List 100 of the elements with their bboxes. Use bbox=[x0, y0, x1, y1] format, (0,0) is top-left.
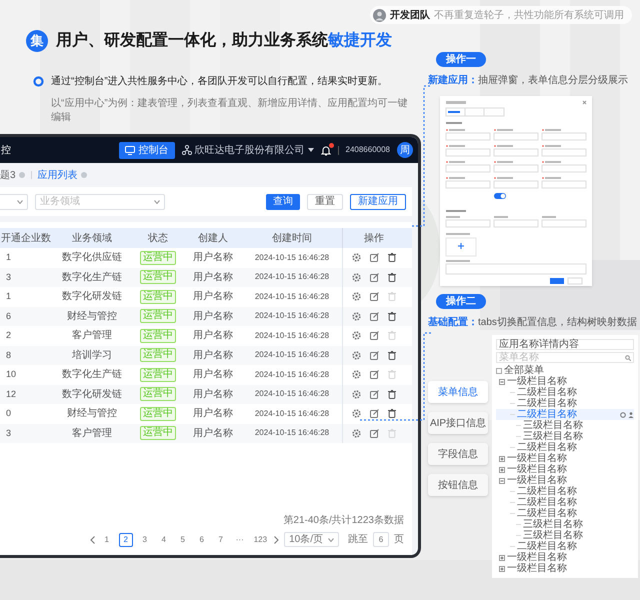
expand-icon[interactable] bbox=[499, 554, 505, 560]
page-button[interactable]: 2 bbox=[118, 532, 133, 546]
select-field[interactable] bbox=[0, 194, 28, 210]
chevron-down-icon bbox=[154, 200, 160, 204]
tree-item[interactable]: 二级栏目名称 bbox=[517, 508, 577, 519]
domain-cell-text: 培训学习 bbox=[71, 348, 113, 363]
chevron-left-icon[interactable] bbox=[90, 536, 95, 544]
status-tag: 运营中 bbox=[140, 426, 176, 440]
column-header: 开通企业数 bbox=[0, 232, 52, 246]
tree-item[interactable]: 一级栏目名称 bbox=[507, 563, 567, 574]
trash-icon[interactable] bbox=[388, 272, 396, 282]
chevron-right-icon[interactable] bbox=[274, 536, 280, 544]
page-button[interactable]: ··· bbox=[232, 532, 247, 546]
monitor-icon bbox=[124, 146, 134, 154]
edit-icon[interactable] bbox=[370, 312, 379, 321]
config-tab[interactable]: 菜单信息 bbox=[428, 381, 488, 403]
tree-item[interactable]: 三级栏目名称 bbox=[523, 431, 583, 442]
tree-item[interactable]: 三级栏目名称 bbox=[523, 519, 583, 530]
header-title: 控 bbox=[0, 144, 11, 158]
status-tag: 运营中 bbox=[140, 328, 176, 343]
tree-item[interactable]: 二级栏目名称 bbox=[517, 541, 577, 552]
intro-text: 通过“控制台”进入共性服务中心，各团队开发可以自行配置，结果实时更新。 bbox=[51, 74, 388, 89]
trash-icon[interactable] bbox=[388, 409, 396, 418]
tree-item[interactable]: 一级栏目名称 bbox=[507, 376, 567, 387]
tree-item[interactable]: 二级栏目名称 bbox=[517, 442, 577, 453]
page-button[interactable]: 5 bbox=[176, 532, 190, 546]
edit-icon[interactable] bbox=[370, 272, 379, 282]
config-tab[interactable]: 字段信息 bbox=[428, 443, 488, 465]
trash-icon[interactable] bbox=[388, 350, 396, 360]
tree-item[interactable]: 一级栏目名称 bbox=[507, 464, 567, 475]
page-button[interactable]: 6 bbox=[194, 532, 209, 546]
trash-icon[interactable] bbox=[388, 253, 396, 262]
edit-icon[interactable] bbox=[370, 390, 379, 399]
tree-item[interactable]: 二级栏目名称 bbox=[517, 497, 577, 508]
page-input[interactable]: 6 bbox=[373, 532, 389, 547]
action-button[interactable]: 新建应用 bbox=[350, 194, 406, 210]
page-button[interactable]: 7 bbox=[214, 532, 228, 546]
creator-cell-text: 用户名称 bbox=[192, 368, 234, 382]
collapse-icon[interactable] bbox=[499, 378, 505, 384]
config-tab[interactable]: 按钮信息 bbox=[428, 474, 488, 496]
tree-item[interactable]: 三级栏目名称 bbox=[523, 530, 583, 541]
creator-cell-text: 用户名称 bbox=[192, 250, 234, 266]
tree-item[interactable]: 三级栏目名称 bbox=[523, 420, 583, 431]
tree-item[interactable]: 全部菜单 bbox=[504, 365, 544, 376]
collapse-icon[interactable] bbox=[499, 478, 505, 484]
tree-item[interactable]: 二级栏目名称 bbox=[517, 398, 577, 409]
page-tab[interactable]: 应用列表 bbox=[38, 168, 87, 182]
tree-item[interactable]: 一级栏目名称 bbox=[507, 475, 567, 486]
company-selector[interactable]: 欣旺达电子股份有限公司 bbox=[182, 142, 314, 158]
edit-icon[interactable] bbox=[370, 428, 379, 438]
tree-item[interactable]: 二级栏目名称 bbox=[517, 387, 577, 398]
console-button[interactable]: 控制台 bbox=[118, 142, 174, 158]
step-description: 基础配置：tabs切换配置信息，结构树映射数据 bbox=[428, 316, 638, 330]
edit-icon[interactable] bbox=[370, 409, 379, 418]
edit-icon[interactable] bbox=[370, 350, 379, 360]
page-button[interactable]: 123 bbox=[252, 532, 270, 546]
count-cell-text: 6 bbox=[5, 310, 12, 322]
pagination-summary: 第21-40条/共计1223条数据 bbox=[283, 514, 404, 528]
org-icon bbox=[182, 145, 192, 155]
action-button[interactable]: 查询 bbox=[266, 194, 300, 210]
count-cell-text: 1 bbox=[5, 251, 12, 264]
time-cell-text: 2024-10-15 16:46:28 bbox=[254, 330, 330, 342]
count-cell-text: 3 bbox=[5, 270, 12, 284]
config-tab[interactable]: AIP接口信息 bbox=[428, 412, 488, 434]
domain-cell-text: 数字化研发链 bbox=[61, 290, 123, 304]
time-cell-text: 2024-10-15 16:46:28 bbox=[254, 310, 330, 322]
person-icon[interactable] bbox=[628, 412, 634, 418]
bell-icon[interactable] bbox=[320, 144, 330, 156]
edit-icon[interactable] bbox=[370, 370, 379, 380]
page-size-select[interactable]: 10条/页 bbox=[284, 532, 339, 547]
time-cell-text: 2024-10-15 16:46:28 bbox=[254, 427, 330, 440]
action-button[interactable]: 重置 bbox=[307, 194, 343, 210]
domain-cell-text: 数字化生产链 bbox=[61, 270, 123, 285]
count-cell-text: 10 bbox=[5, 368, 18, 381]
expand-icon[interactable] bbox=[499, 456, 505, 462]
column-header: 业务领域 bbox=[71, 232, 113, 246]
tree-item[interactable]: 一级栏目名称 bbox=[507, 453, 567, 464]
edit-icon[interactable] bbox=[370, 253, 379, 262]
trash-icon[interactable] bbox=[388, 390, 396, 399]
edit-icon[interactable] bbox=[370, 292, 379, 302]
checkbox[interactable] bbox=[496, 368, 502, 374]
page-button[interactable]: 1 bbox=[100, 532, 114, 546]
page-button[interactable]: 4 bbox=[156, 532, 171, 546]
trash-icon[interactable] bbox=[388, 312, 396, 321]
creator-cell-text: 用户名称 bbox=[192, 426, 234, 441]
tree-title-field: 应用名称详情内容 bbox=[496, 339, 634, 350]
creator-cell-text: 用户名称 bbox=[192, 328, 234, 344]
creator-cell-text: 用户名称 bbox=[192, 270, 234, 285]
page-button[interactable]: 3 bbox=[138, 532, 152, 546]
page-tab[interactable]: 题3 bbox=[0, 168, 25, 182]
tree-item[interactable]: 一级栏目名称 bbox=[507, 552, 567, 563]
tree-item[interactable]: 二级栏目名称 bbox=[517, 486, 577, 497]
count-cell-text: 3 bbox=[5, 426, 12, 440]
edit-icon[interactable] bbox=[370, 331, 379, 340]
count-cell-text: 12 bbox=[5, 388, 18, 400]
expand-icon[interactable] bbox=[499, 466, 505, 472]
expand-icon[interactable] bbox=[499, 566, 505, 572]
user-avatar[interactable]: 周 bbox=[397, 142, 413, 158]
domain-cell-text: 客户管理 bbox=[71, 426, 113, 441]
status-tag: 运营中 bbox=[140, 387, 176, 402]
